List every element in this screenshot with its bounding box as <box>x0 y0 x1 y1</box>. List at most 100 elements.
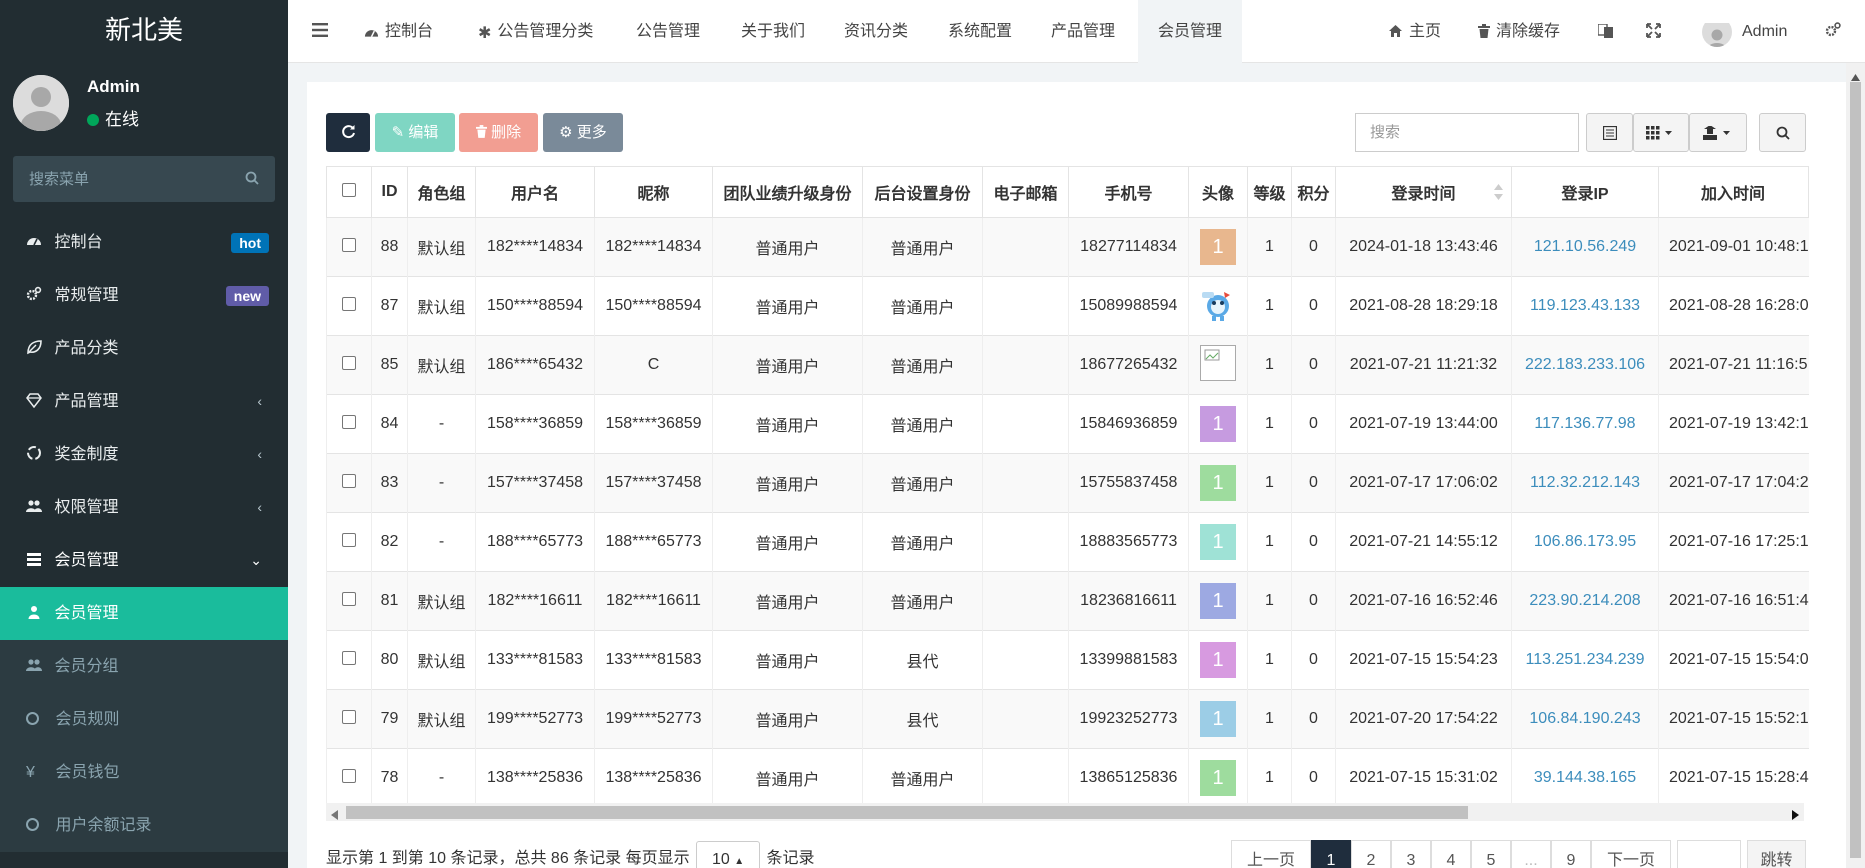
scroll-left-icon[interactable] <box>331 807 338 825</box>
cartoon-avatar-icon[interactable] <box>1200 286 1236 322</box>
row-checkbox[interactable] <box>342 237 356 252</box>
column-header-team-role[interactable]: 团队业绩升级身份 <box>712 166 863 218</box>
tab-dashboard[interactable]: 控制台 <box>364 0 433 63</box>
member-avatar[interactable]: 1 <box>1200 229 1236 265</box>
table-row[interactable]: 87 默认组 150****88594 150****88594 普通用户 普通用户 150… <box>326 276 1809 336</box>
column-header-jointime[interactable]: 加入时间 <box>1657 166 1810 218</box>
tab-about-us[interactable]: 关于我们 <box>741 0 805 63</box>
row-checkbox[interactable] <box>342 296 356 311</box>
column-header-score[interactable]: 积分 <box>1291 166 1336 218</box>
tab-notice-management[interactable]: 公告管理 <box>636 0 700 63</box>
search-button[interactable] <box>1759 113 1806 152</box>
sidebar-item-dashboard[interactable]: 控制台 hot <box>0 216 288 269</box>
cell-ip[interactable]: 106.86.173.95 <box>1511 512 1659 572</box>
broken-image-icon[interactable] <box>1200 345 1236 381</box>
vertical-scrollbar[interactable] <box>1846 63 1865 868</box>
cell-ip[interactable]: 121.10.56.249 <box>1511 217 1659 277</box>
page-button-4[interactable]: 4 <box>1431 840 1471 868</box>
sidebar-subitem-member-management[interactable]: 会员管理 <box>0 587 288 640</box>
sidebar-subitem-member-wallet[interactable]: ¥ 会员钱包 <box>0 746 288 799</box>
member-avatar[interactable]: 1 <box>1200 642 1236 678</box>
sidebar-item-bonus[interactable]: 奖金制度 ‹ <box>0 428 288 481</box>
select-all-checkbox[interactable] <box>342 182 356 197</box>
sidebar-subitem-balance-records[interactable]: 用户余额记录 <box>0 799 288 852</box>
sidebar-subitem-member-groups[interactable]: 会员分组 <box>0 640 288 693</box>
member-avatar[interactable]: 1 <box>1200 583 1236 619</box>
row-checkbox[interactable] <box>342 650 356 665</box>
page-button-9[interactable]: 9 <box>1551 840 1591 868</box>
sidebar-item-permissions[interactable]: 权限管理 ‹ <box>0 481 288 534</box>
search-icon[interactable] <box>245 171 259 190</box>
table-row[interactable]: 84-158****36859 158****36859 普通用户 普通用户 15846… <box>326 394 1809 454</box>
admin-menu[interactable]: Admin <box>1702 0 1787 63</box>
row-checkbox[interactable] <box>342 355 356 370</box>
cell-ip[interactable]: 222.183.233.106 <box>1511 335 1659 395</box>
member-avatar[interactable]: 1 <box>1200 760 1236 797</box>
vertical-scrollbar-thumb[interactable] <box>1850 82 1861 858</box>
cell-ip[interactable]: 117.136.77.98 <box>1511 394 1659 454</box>
member-avatar[interactable]: 1 <box>1200 465 1236 501</box>
refresh-button[interactable] <box>326 113 370 152</box>
sidebar-item-product-category[interactable]: 产品分类 <box>0 322 288 375</box>
toggle-view-button[interactable] <box>1586 113 1633 152</box>
table-row[interactable]: 78-138****25836 138****25836 普通用户 普通用户 13865… <box>326 748 1809 808</box>
sidebar-item-general[interactable]: 常规管理 new <box>0 269 288 322</box>
row-checkbox[interactable] <box>342 414 356 429</box>
column-header-username[interactable]: 用户名 <box>475 166 595 218</box>
column-header-admin-role[interactable]: 后台设置身份 <box>862 166 983 218</box>
column-header-group[interactable]: 角色组 <box>407 166 476 218</box>
sidebar-toggle-button[interactable] <box>300 0 340 63</box>
more-button[interactable]: ⚙ 更多 <box>543 113 623 152</box>
fullscreen-button[interactable] <box>1646 0 1661 63</box>
row-checkbox[interactable] <box>342 591 356 606</box>
column-header-level[interactable]: 等级 <box>1247 166 1292 218</box>
table-row[interactable]: 80 默认组 133****81583 133****81583 普通用户 县代 13399… <box>326 630 1809 690</box>
sidebar-item-members[interactable]: 会员管理 ⌄ <box>0 534 288 587</box>
column-header-logintime[interactable]: 登录时间 <box>1335 166 1512 218</box>
tab-system-config[interactable]: 系统配置 <box>948 0 1012 63</box>
sidebar-item-product-management[interactable]: 产品管理 ‹ <box>0 375 288 428</box>
table-row[interactable]: 85 默认组 186****65432 C 普通用户 普通用户 18677265432 1 0 2… <box>326 335 1809 395</box>
page-jump-button[interactable]: 跳转 <box>1747 840 1806 868</box>
page-jump-input[interactable] <box>1677 840 1741 868</box>
settings-button[interactable] <box>1825 0 1841 63</box>
column-header-nickname[interactable]: 昵称 <box>594 166 713 218</box>
table-row[interactable]: 83-157****37458 157****37458 普通用户 普通用户 15755… <box>326 453 1809 513</box>
page-button-5[interactable]: 5 <box>1471 840 1511 868</box>
page-button-3[interactable]: 3 <box>1391 840 1431 868</box>
cell-ip[interactable]: 106.84.190.243 <box>1511 689 1659 749</box>
home-link[interactable]: 主页 <box>1388 0 1441 63</box>
member-avatar[interactable]: 1 <box>1200 524 1236 560</box>
sidebar-subitem-member-rules[interactable]: 会员规则 <box>0 693 288 746</box>
column-header-mobile[interactable]: 手机号 <box>1068 166 1189 218</box>
row-checkbox[interactable] <box>342 532 356 547</box>
sort-icon[interactable] <box>1494 184 1503 205</box>
scroll-right-icon[interactable] <box>1792 807 1799 825</box>
translate-button[interactable] <box>1597 0 1614 63</box>
cell-ip[interactable]: 113.251.234.239 <box>1511 630 1659 690</box>
page-button-2[interactable]: 2 <box>1351 840 1391 868</box>
table-row[interactable]: 82-188****65773 188****65773 普通用户 普通用户 18883… <box>326 512 1809 572</box>
row-checkbox[interactable] <box>342 473 356 488</box>
menu-search-input[interactable] <box>13 156 233 202</box>
column-header-id[interactable]: ID <box>371 166 408 218</box>
tab-news-category[interactable]: 资讯分类 <box>844 0 908 63</box>
next-page-button[interactable]: 下一页 <box>1591 840 1671 868</box>
member-avatar[interactable]: 1 <box>1200 406 1236 442</box>
member-avatar[interactable]: 1 <box>1200 701 1236 737</box>
table-row[interactable]: 79 默认组 199****52773 199****52773 普通用户 县代 19923… <box>326 689 1809 749</box>
horizontal-scrollbar-thumb[interactable] <box>346 806 1468 819</box>
tab-product-management[interactable]: 产品管理 <box>1051 0 1115 63</box>
column-header-ip[interactable]: 登录IP <box>1511 166 1659 218</box>
app-logo[interactable]: 新北美 <box>0 0 288 63</box>
column-header-avatar[interactable]: 头像 <box>1188 166 1248 218</box>
prev-page-button[interactable]: 上一页 <box>1231 840 1311 868</box>
edit-button[interactable]: ✎ 编辑 <box>375 113 455 152</box>
tab-member-management[interactable]: 会员管理 <box>1138 0 1242 63</box>
row-checkbox[interactable] <box>342 768 356 783</box>
columns-button[interactable] <box>1633 113 1689 152</box>
page-size-select[interactable]: 10 ▲ <box>696 840 761 868</box>
cell-ip[interactable]: 39.144.38.165 <box>1511 748 1659 808</box>
table-search-input[interactable] <box>1356 114 1578 151</box>
delete-button[interactable]: 删除 <box>459 113 538 152</box>
